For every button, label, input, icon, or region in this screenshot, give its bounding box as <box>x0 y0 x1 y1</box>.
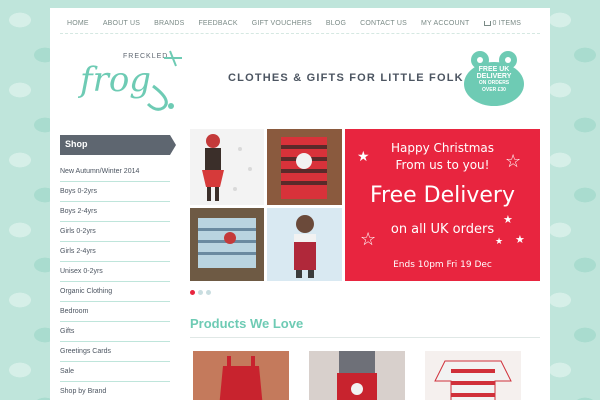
page-container: HOME ABOUT US BRANDS FEEDBACK GIFT VOUCH… <box>50 8 550 400</box>
nav-contact-us[interactable]: CONTACT US <box>353 20 414 27</box>
free-delivery-badge: FREE UK DELIVERY ON ORDERS OVER £30 <box>460 48 528 110</box>
badge-line1: FREE UK <box>478 66 510 73</box>
badge-line3: ON ORDERS <box>478 80 510 86</box>
sidebar-item-shop-by-brand[interactable]: Shop by Brand <box>60 382 170 400</box>
slider-dot-3[interactable] <box>206 290 211 295</box>
site-logo[interactable]: FRECKLED frog <box>77 46 188 116</box>
promo-line-happy-christmas: Happy Christmas <box>390 141 495 155</box>
top-navigation: HOME ABOUT US BRANDS FEEDBACK GIFT VOUCH… <box>60 14 540 34</box>
logo-small-text: FRECKLED <box>123 53 168 60</box>
site-tagline: CLOTHES & GIFTS FOR LITTLE FOLK <box>228 72 464 84</box>
promo-line-free-delivery: Free Delivery <box>370 183 515 208</box>
products-section-title: Products We Love <box>190 316 540 338</box>
sidebar-item-girls-2-4[interactable]: Girls 2-4yrs <box>60 242 170 262</box>
product-card-baby-leggings[interactable] <box>309 351 405 400</box>
nav-home[interactable]: HOME <box>60 20 96 27</box>
christmas-delivery-banner[interactable]: ★ ☆ ☆ ★ ★ ★ Happy Christmas From us to y… <box>345 129 540 281</box>
slider-pagination <box>190 290 211 295</box>
badge-text: FREE UK DELIVERY ON ORDERS OVER £30 <box>460 66 528 94</box>
slide-photo-red-striped-leggings[interactable] <box>267 129 342 205</box>
nav-feedback[interactable]: FEEDBACK <box>191 20 244 27</box>
sidebar-item-unisex-0-2[interactable]: Unisex 0-2yrs <box>60 262 170 282</box>
slide-photo-boy-dungarees[interactable] <box>267 208 342 281</box>
star-icon: ★ <box>495 237 504 247</box>
sidebar-item-gifts[interactable]: Gifts <box>60 322 170 342</box>
product-card-patterned-babygrow[interactable] <box>425 351 521 400</box>
cart-icon <box>483 21 491 26</box>
shop-sidebar: Shop New Autumn/Winter 2014 Boys 0-2yrs … <box>60 135 176 400</box>
shop-heading: Shop <box>60 135 176 155</box>
nav-gift-vouchers[interactable]: GIFT VOUCHERS <box>245 20 319 27</box>
nav-blog[interactable]: BLOG <box>319 20 353 27</box>
sidebar-item-bedroom[interactable]: Bedroom <box>60 302 170 322</box>
logo-big-text: frog <box>78 60 151 100</box>
slider-dot-1[interactable] <box>190 290 195 295</box>
shop-category-list: New Autumn/Winter 2014 Boys 0-2yrs Boys … <box>60 162 170 400</box>
slide-photo-striped-trousers[interactable] <box>190 208 264 281</box>
home-slider: ★ ☆ ☆ ★ ★ ★ Happy Christmas From us to y… <box>190 129 540 281</box>
sidebar-item-boys-0-2[interactable]: Boys 0-2yrs <box>60 182 170 202</box>
sidebar-item-girls-0-2[interactable]: Girls 0-2yrs <box>60 222 170 242</box>
sidebar-item-boys-2-4[interactable]: Boys 2-4yrs <box>60 202 170 222</box>
promo-line-ends: Ends 10pm Fri 19 Dec <box>393 260 492 270</box>
nav-brands[interactable]: BRANDS <box>147 20 191 27</box>
nav-about-us[interactable]: ABOUT US <box>96 20 147 27</box>
sidebar-item-greetings-cards[interactable]: Greetings Cards <box>60 342 170 362</box>
promo-line-uk-orders: on all UK orders <box>390 222 495 237</box>
product-card-red-dungarees[interactable] <box>193 351 289 400</box>
badge-line4: OVER £30 <box>482 87 506 93</box>
nav-cart[interactable]: 0 ITEMS <box>477 20 529 27</box>
slide-photo-girl-christmas-dress[interactable] <box>190 129 264 205</box>
badge-line2: DELIVERY <box>476 73 512 80</box>
slider-dot-2[interactable] <box>198 290 203 295</box>
cart-count: 0 ITEMS <box>492 20 522 27</box>
nav-my-account[interactable]: MY ACCOUNT <box>414 20 477 27</box>
promo-line-from-us: From us to you! <box>395 158 490 172</box>
frog-logo: FRECKLED frog <box>77 50 182 111</box>
sidebar-item-organic-clothing[interactable]: Organic Clothing <box>60 282 170 302</box>
sidebar-item-sale[interactable]: Sale <box>60 362 170 382</box>
sidebar-item-new-autumn-winter[interactable]: New Autumn/Winter 2014 <box>60 162 170 182</box>
